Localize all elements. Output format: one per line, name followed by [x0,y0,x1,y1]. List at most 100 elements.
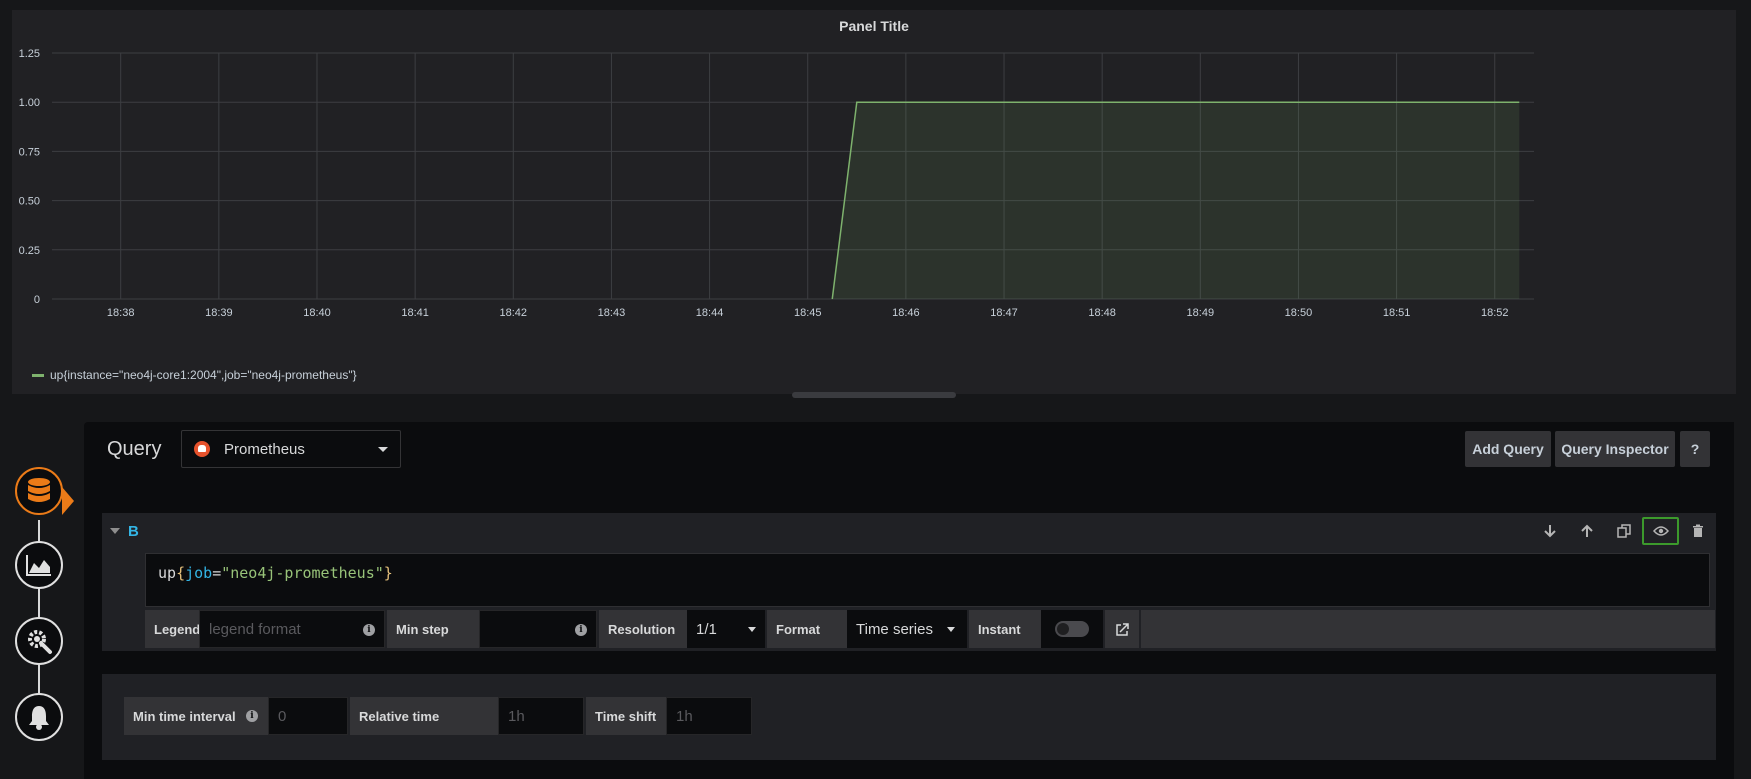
min-step-label: Min step [387,610,479,648]
resolution-label: Resolution [599,610,687,648]
graph-chart: 0 0.25 0.50 0.75 1.00 1.25 18:38 18:39 18:40 18:4… [19,48,1534,319]
trash-icon [1692,524,1703,537]
x-tick-label: 18:49 [1187,307,1215,319]
relative-time-input[interactable]: 1h [498,697,584,735]
eye-icon [1652,526,1669,536]
min-time-interval-placeholder: 0 [278,707,287,725]
graph-legend[interactable]: up{instance="neo4j-core1:2004",job="neo4… [32,368,357,382]
panel-title[interactable]: Panel Title [12,18,1736,34]
resolution-value: 1/1 [696,620,717,638]
toggle-visibility-button[interactable] [1642,517,1679,545]
query-options-row: Legend legend format i Min step i Resolu… [145,610,1715,648]
relative-time-label: Relative time [350,697,498,735]
x-tick-label: 18:48 [1088,307,1116,319]
relative-time-placeholder: 1h [508,707,525,725]
duplicate-button[interactable] [1605,517,1642,545]
x-tick-label: 18:38 [107,307,135,319]
legend-swatch [32,373,44,377]
open-external-button[interactable] [1105,610,1139,648]
chevron-down-icon [748,626,756,632]
graph-panel: 0 0.25 0.50 0.75 1.00 1.25 18:38 18:39 18:40 18:4… [12,10,1736,394]
query-ref-id[interactable]: B [128,523,139,540]
collapse-caret-icon[interactable] [110,528,120,534]
nav-alert-button[interactable] [15,693,63,741]
move-up-button[interactable] [1568,517,1605,545]
min-time-interval-label: Min time interval i [124,697,268,735]
legend-format-placeholder: legend format [209,620,301,638]
query-inspector-button[interactable]: Query Inspector [1555,431,1675,467]
min-time-interval-text: Min time interval [133,708,236,724]
x-tick-label: 18:51 [1383,307,1411,319]
x-tick-label: 18:41 [401,307,429,319]
expr-label-value: "neo4j-prometheus" [221,564,384,582]
y-tick-label: 0.50 [19,196,40,208]
duplicate-icon [1616,524,1631,538]
query-row-actions [1531,513,1716,549]
nav-active-arrow [62,487,74,515]
y-tick-label: 1.00 [19,97,40,109]
info-icon[interactable]: i [575,624,587,636]
instant-toggle[interactable] [1055,621,1089,637]
x-tick-label: 18:46 [892,307,920,319]
x-tick-label: 18:42 [500,307,528,319]
settings-icon [28,630,52,654]
resolution-select[interactable]: 1/1 [687,610,765,648]
y-tick-label: 0 [34,294,40,306]
x-tick-label: 18:47 [990,307,1018,319]
time-shift-input[interactable]: 1h [666,697,752,735]
x-tick-label: 18:39 [205,307,233,319]
arrow-up-icon [1580,524,1593,537]
datasource-name: Prometheus [224,440,305,458]
query-heading: Query [107,438,162,460]
y-tick-label: 0.75 [19,146,40,158]
format-label: Format [767,610,847,648]
nav-visualization-button[interactable] [15,541,63,589]
prometheus-icon [194,441,210,457]
legend-format-input[interactable]: legend format i [199,610,385,648]
query-expression-input[interactable]: up{job="neo4j-prometheus"} [145,553,1710,607]
time-shift-placeholder: 1h [676,707,693,725]
database-icon [28,478,50,502]
legend-label: Legend [145,610,200,648]
arrow-down-icon [1543,525,1556,538]
y-tick-label: 0.25 [19,245,40,257]
x-tick-label: 18:50 [1285,307,1313,319]
expr-metric: up [158,564,177,582]
format-value: Time series [856,620,933,638]
y-tick-label: 1.25 [19,48,40,60]
time-shift-label: Time shift [586,697,666,735]
x-tick-label: 18:45 [794,307,822,319]
expr-equals: = [212,564,222,582]
x-tick-label: 18:43 [598,307,626,319]
chevron-down-icon [946,626,955,632]
info-icon[interactable]: i [363,624,375,636]
time-options-row: Min time interval i 0 Relative time 1h T… [124,697,752,735]
query-row-header[interactable]: B [102,513,1716,549]
panel-resize-handle[interactable] [792,392,956,398]
expr-open-brace: { [176,564,186,582]
instant-toggle-container [1041,610,1103,648]
bell-icon [29,706,49,730]
format-select[interactable]: Time series [847,610,967,648]
help-button[interactable]: ? [1680,431,1710,467]
chevron-down-icon [378,447,388,452]
nav-general-button[interactable] [15,617,63,665]
info-icon[interactable]: i [246,710,258,722]
x-tick-label: 18:52 [1481,307,1509,319]
chart-icon [26,555,51,576]
instant-label: Instant [969,610,1041,648]
series-area [832,102,1520,299]
expr-close-brace: } [383,564,393,582]
remove-query-button[interactable] [1679,517,1716,545]
legend-series-label[interactable]: up{instance="neo4j-core1:2004",job="neo4… [50,368,357,382]
min-step-input[interactable]: i [479,610,597,648]
datasource-picker[interactable]: Prometheus [181,430,401,468]
options-row-filler [1141,610,1715,648]
nav-queries-button[interactable] [15,467,63,515]
add-query-button[interactable]: Add Query [1465,431,1551,467]
move-down-button[interactable] [1531,517,1568,545]
min-time-interval-input[interactable]: 0 [268,697,348,735]
x-tick-label: 18:44 [696,307,724,319]
x-tick-label: 18:40 [303,307,331,319]
external-link-icon [1115,622,1129,636]
